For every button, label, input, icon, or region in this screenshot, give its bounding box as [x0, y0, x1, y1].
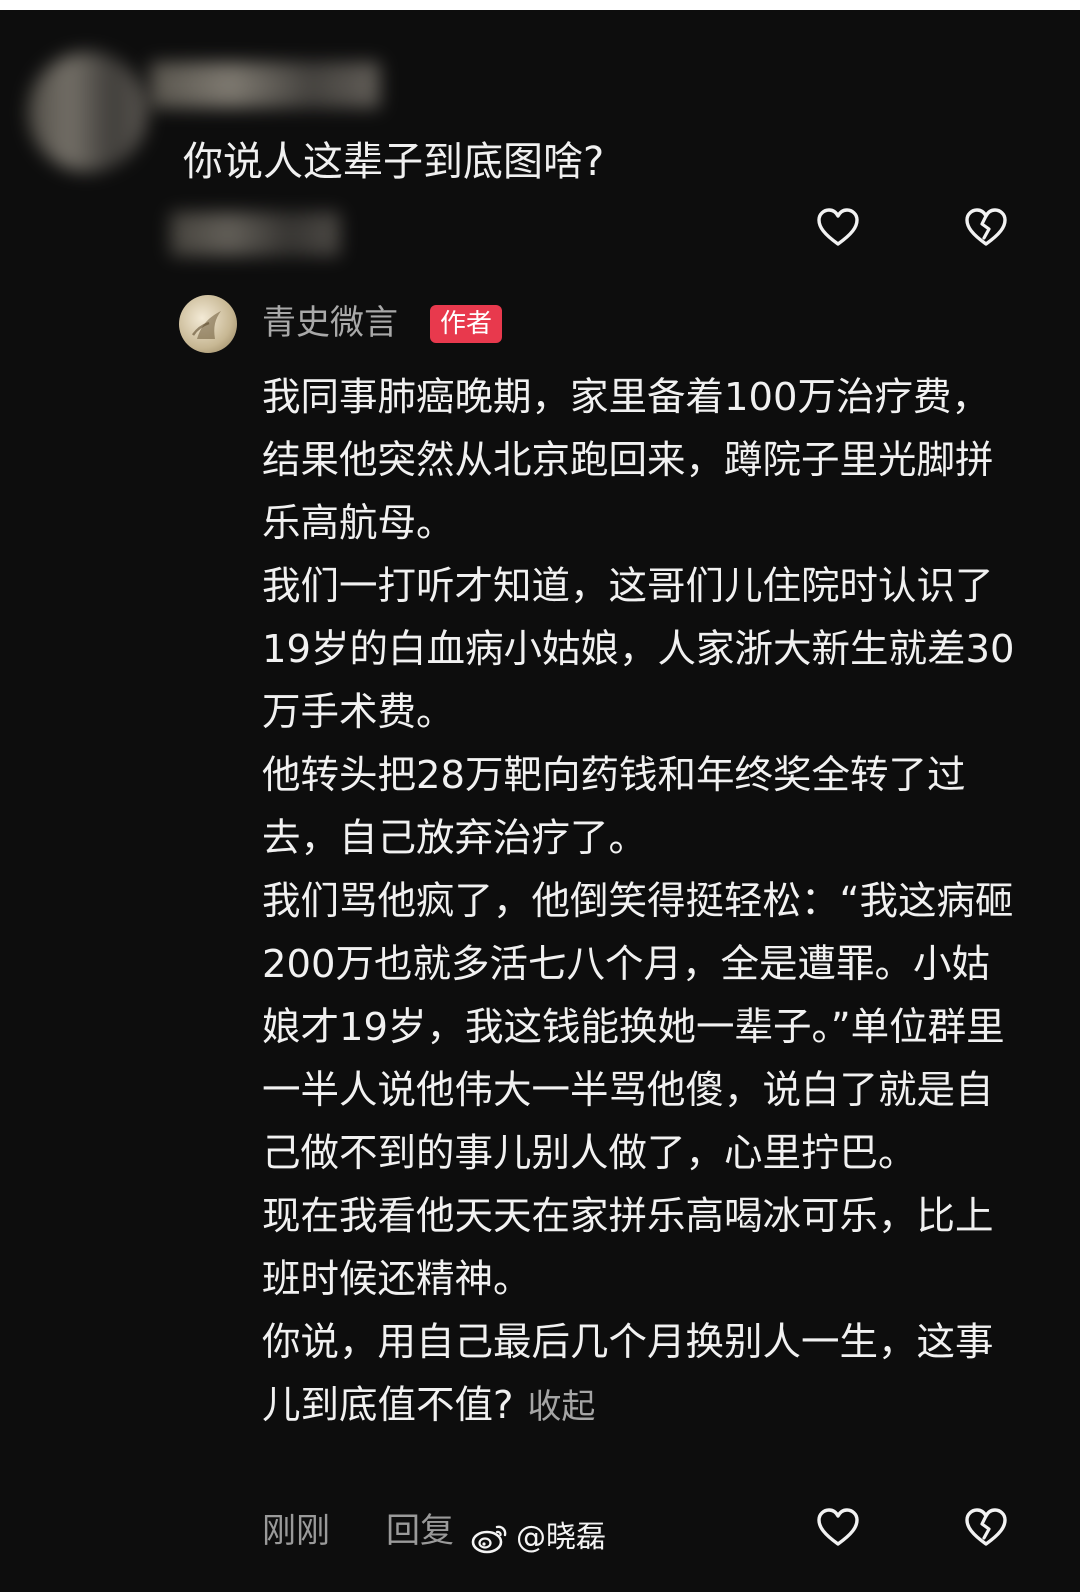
author-badge: 作者	[430, 305, 503, 343]
reply-paragraph-text: 你说，用自己最后几个月换别人一生，这事儿到底值不值?	[262, 1320, 994, 1428]
blurred-username	[150, 62, 380, 108]
reply-paragraph: 我同事肺癌晚期，家里备着100万治疗费，结果他突然从北京跑回来，蹲院子里光脚拼乐…	[262, 375, 994, 546]
avatar[interactable]	[179, 295, 237, 353]
reply-paragraph: 他转头把28万靶向药钱和年终奖全转了过去，自己放弃治疗了。	[262, 753, 966, 861]
broken-heart-icon[interactable]	[962, 1504, 1010, 1552]
reply-paragraph: 我们骂他疯了，他倒笑得挺轻松：“我这病砸200万也就多活七八个月，全是遭罪。小姑…	[262, 879, 1014, 1176]
watermark-text: @晓磊	[516, 1520, 606, 1555]
reply-paragraph: 现在我看他天天在家拼乐高喝冰可乐，比上班时候还精神。	[262, 1194, 994, 1302]
heart-outline-icon[interactable]	[814, 1504, 862, 1552]
watermark: @晓磊	[470, 1518, 606, 1558]
broken-heart-icon[interactable]	[962, 204, 1010, 252]
weibo-logo-icon	[471, 1525, 507, 1554]
blurred-avatar	[28, 52, 148, 172]
reply-paragraph-last: 你说，用自己最后几个月换别人一生，这事儿到底值不值? 收起	[262, 1311, 1022, 1439]
blurred-meta	[170, 212, 340, 256]
collapse-button[interactable]: 收起	[527, 1387, 595, 1427]
heart-outline-icon[interactable]	[814, 204, 862, 252]
timestamp: 刚刚	[262, 1511, 330, 1551]
comment-text: 你说人这辈子到底图啥?	[183, 139, 605, 185]
reply-paragraph: 我们一打听才知道，这哥们儿住院时认识了19岁的白血病小姑娘，人家浙大新生就差30…	[262, 564, 1015, 735]
top-status-strip	[0, 0, 1080, 10]
reply-button[interactable]: 回复	[386, 1508, 454, 1554]
reply-body: 我同事肺癌晚期，家里备着100万治疗费，结果他突然从北京跑回来，蹲院子里光脚拼乐…	[262, 366, 1022, 1439]
reply-author-name[interactable]: 青史微言	[262, 300, 398, 346]
